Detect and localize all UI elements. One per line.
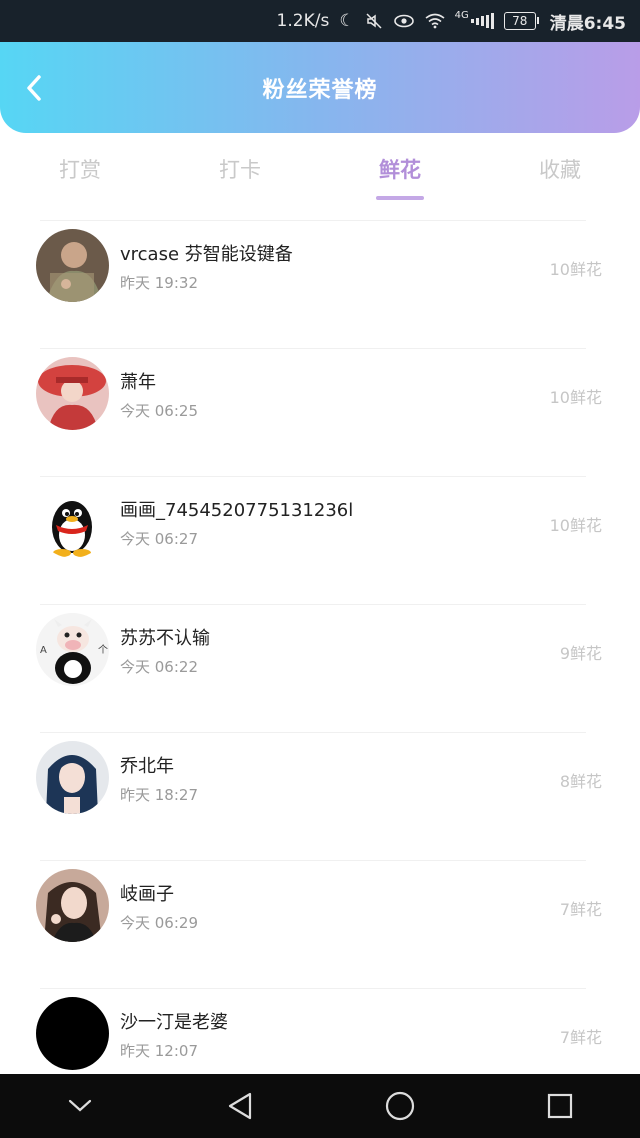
- fan-name: 沙一汀是老婆: [120, 1012, 228, 1033]
- wifi-icon: [425, 13, 445, 29]
- flower-count: 10鲜花: [549, 260, 602, 279]
- flower-count: 10鲜花: [549, 388, 602, 407]
- divider: [40, 860, 586, 861]
- avatar[interactable]: [36, 869, 109, 942]
- divider: [40, 732, 586, 733]
- eye-icon: [393, 13, 415, 29]
- page-title: 粉丝荣誉榜: [262, 78, 378, 103]
- tab-bar: 打赏 打卡 鲜花 收藏: [0, 150, 640, 204]
- avatar[interactable]: [36, 229, 109, 302]
- divider: [40, 348, 586, 349]
- square-recents-icon: [547, 1093, 573, 1119]
- avatar[interactable]: [36, 741, 109, 814]
- system-nav-bar: [0, 1074, 640, 1138]
- divider: [40, 220, 586, 221]
- divider: [40, 476, 586, 477]
- list-item[interactable]: 画画_7454520775131236l 今天 06:27 10鲜花: [0, 476, 640, 604]
- flower-count: 10鲜花: [549, 516, 602, 535]
- fan-time: 昨天 19:32: [120, 274, 198, 292]
- list-item[interactable]: 萧年 今天 06:25 10鲜花: [0, 348, 640, 476]
- svg-text:A: A: [40, 645, 47, 656]
- collapse-button[interactable]: [50, 1081, 110, 1131]
- active-tab-indicator: [376, 196, 424, 200]
- fan-name: 画画_7454520775131236l: [120, 500, 354, 521]
- divider: [40, 604, 586, 605]
- fan-time: 昨天 18:27: [120, 786, 198, 804]
- net-speed: 1.2K/s: [276, 11, 330, 31]
- flower-count: 9鲜花: [559, 644, 602, 663]
- list-item[interactable]: vrcase 芬智能设键备 昨天 19:32 10鲜花: [0, 220, 640, 348]
- tab-tips[interactable]: 打赏: [0, 150, 160, 204]
- avatar[interactable]: [36, 357, 109, 430]
- fan-time: 昨天 12:07: [120, 1042, 198, 1060]
- tab-label: 鲜花: [379, 158, 421, 182]
- divider: [40, 988, 586, 989]
- fan-time: 今天 06:22: [120, 658, 198, 676]
- flower-count: 8鲜花: [559, 772, 602, 791]
- tab-flowers[interactable]: 鲜花: [320, 150, 480, 204]
- nav-back-button[interactable]: [210, 1081, 270, 1131]
- fan-name: 乔北年: [120, 756, 174, 777]
- battery-icon: 78: [503, 12, 539, 30]
- fan-time: 今天 06:25: [120, 402, 198, 420]
- list-item[interactable]: 岐画子 今天 06:29 7鲜花: [0, 860, 640, 988]
- fan-name: 岐画子: [120, 884, 174, 905]
- flower-count: 7鲜花: [559, 1028, 602, 1047]
- fan-time: 今天 06:29: [120, 914, 198, 932]
- circle-home-icon: [385, 1091, 415, 1121]
- nav-recents-button[interactable]: [530, 1081, 590, 1131]
- triangle-back-icon: [228, 1092, 252, 1120]
- fan-time: 今天 06:27: [120, 530, 198, 548]
- avatar[interactable]: [36, 997, 109, 1070]
- list-item[interactable]: A个 苏苏不认输 今天 06:22 9鲜花: [0, 604, 640, 732]
- nav-home-button[interactable]: [370, 1081, 430, 1131]
- chevron-down-icon: [68, 1099, 92, 1112]
- fan-name: 苏苏不认输: [120, 628, 210, 649]
- tab-label: 打赏: [59, 158, 101, 182]
- avatar[interactable]: [36, 485, 109, 558]
- fan-name: vrcase 芬智能设键备: [120, 244, 293, 265]
- fan-name: 萧年: [120, 372, 156, 393]
- list-item[interactable]: 乔北年 昨天 18:27 8鲜花: [0, 732, 640, 860]
- clock: 清晨6:45: [549, 13, 626, 34]
- tab-label: 收藏: [539, 158, 581, 182]
- flower-count: 7鲜花: [559, 900, 602, 919]
- fan-list: vrcase 芬智能设键备 昨天 19:32 10鲜花 萧年 今天 06:25 …: [0, 220, 640, 1116]
- network-type: 4G: [454, 10, 469, 21]
- tab-favorites[interactable]: 收藏: [480, 150, 640, 204]
- tab-label: 打卡: [219, 158, 261, 182]
- avatar[interactable]: A个: [36, 613, 109, 686]
- mute-icon: [365, 12, 383, 30]
- svg-text:个: 个: [98, 644, 108, 656]
- app-header: 粉丝荣誉榜: [0, 42, 640, 133]
- signal-icon: [470, 13, 494, 29]
- tab-checkin[interactable]: 打卡: [160, 150, 320, 204]
- status-bar: 1.2K/s ☾ 4G 78 清晨6:45: [0, 0, 640, 42]
- moon-icon: ☾: [339, 11, 355, 31]
